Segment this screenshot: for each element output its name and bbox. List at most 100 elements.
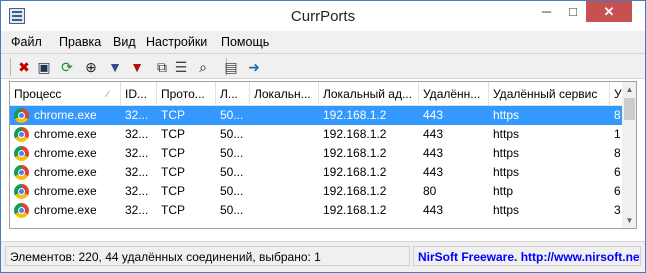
cell-protocol: TCP <box>161 184 185 198</box>
cell-local-port-name <box>250 163 319 182</box>
menu-view[interactable]: Вид <box>113 35 136 49</box>
chrome-icon <box>14 203 29 218</box>
column-header-protocol[interactable]: Прото... <box>157 82 216 106</box>
cell-remote-port: 80 <box>423 184 437 198</box>
cell-pid: 32... <box>125 165 149 179</box>
scroll-up-arrow-icon[interactable]: ▲ <box>622 82 636 97</box>
cell-remote-address: 6 <box>614 165 621 179</box>
cell-pid: 32... <box>125 146 149 160</box>
filter-icon[interactable]: ▼ <box>105 57 125 77</box>
cell-remote-service: https <box>493 165 520 179</box>
find-icon[interactable]: ⌕ <box>193 57 213 77</box>
title-bar[interactable]: CurrPorts ─ □ ✕ <box>1 1 645 31</box>
cell-local-port-name <box>250 125 319 144</box>
toolbar: ✖ ▣ ⟳ ⊕ ▼ ▼ ⧉ ☰ ⌕ ▤ ➜ <box>1 53 645 79</box>
exit-icon[interactable]: ➜ <box>244 57 264 77</box>
cell-local-port-name <box>250 182 319 201</box>
cell-local-port: 50... <box>220 184 244 198</box>
table-row[interactable]: chrome.exe 32... TCP 50... 192.168.1.2 443 htt… <box>10 144 622 163</box>
cell-local-port-name <box>250 144 319 163</box>
cell-remote-service: https <box>493 108 520 122</box>
column-header-remote-service[interactable]: Удалённый сервис <box>489 82 610 106</box>
column-header-remote-port[interactable]: Удалённ... <box>419 82 489 106</box>
cell-local-address: 192.168.1.2 <box>323 108 387 122</box>
column-header-local-port-name[interactable]: Локальн... <box>250 82 319 106</box>
cell-remote-service: https <box>493 127 520 141</box>
column-header-process[interactable]: Процесс ∕ <box>10 82 121 106</box>
chrome-icon <box>14 108 29 123</box>
chrome-icon <box>14 184 29 199</box>
cell-remote-port: 443 <box>423 127 444 141</box>
cell-pid: 32... <box>125 127 149 141</box>
column-header-local-address[interactable]: Локальный ад... <box>319 82 419 106</box>
toolbar-separator <box>10 58 11 76</box>
cell-local-port: 50... <box>220 165 244 179</box>
maximize-button[interactable]: □ <box>560 1 586 22</box>
connections-table[interactable]: Процесс ∕ ID... Прото... Л... Локальн...… <box>9 81 637 229</box>
cell-remote-service: https <box>493 203 520 217</box>
vertical-scrollbar[interactable]: ▲ ▼ <box>622 82 636 228</box>
cell-protocol: TCP <box>161 127 185 141</box>
column-header-local-port[interactable]: Л... <box>216 82 250 106</box>
table-row[interactable]: chrome.exe 32... TCP 50... 192.168.1.2 443 htt… <box>10 201 622 220</box>
cell-remote-address: 6 <box>614 184 621 198</box>
cell-protocol: TCP <box>161 108 185 122</box>
column-header-pid[interactable]: ID... <box>121 82 157 106</box>
scroll-thumb[interactable] <box>624 98 635 120</box>
menu-bar: Файл Правка Вид Настройки Помощь <box>1 31 645 53</box>
menu-settings[interactable]: Настройки <box>146 35 207 49</box>
table-header: Процесс ∕ ID... Прото... Л... Локальн...… <box>10 82 622 106</box>
cell-local-address: 192.168.1.2 <box>323 127 387 141</box>
cell-local-address: 192.168.1.2 <box>323 146 387 160</box>
cell-local-port: 50... <box>220 108 244 122</box>
cell-process: chrome.exe <box>34 203 97 217</box>
cell-remote-address: 8 <box>614 146 621 160</box>
save-icon[interactable]: ▣ <box>34 57 54 77</box>
status-bar: Элементов: 220, 44 удалённых соединений,… <box>1 241 645 272</box>
table-row[interactable]: chrome.exe 32... TCP 50... 192.168.1.2 443 htt… <box>10 163 622 182</box>
cell-protocol: TCP <box>161 165 185 179</box>
cell-pid: 32... <box>125 108 149 122</box>
report-icon[interactable]: ▤ <box>221 57 241 77</box>
menu-edit[interactable]: Правка <box>59 35 101 49</box>
cell-remote-service: https <box>493 146 520 160</box>
sort-ascending-icon: ∕ <box>107 89 109 99</box>
scroll-down-arrow-icon[interactable]: ▼ <box>622 213 636 228</box>
close-button[interactable]: ✕ <box>586 1 632 22</box>
properties-icon[interactable]: ☰ <box>171 57 191 77</box>
chrome-icon <box>14 165 29 180</box>
column-header-remote-address[interactable]: У <box>610 82 622 106</box>
chrome-icon <box>14 146 29 161</box>
copy-icon[interactable]: ⧉ <box>152 57 172 77</box>
cell-protocol: TCP <box>161 146 185 160</box>
cell-remote-port: 443 <box>423 108 444 122</box>
cell-remote-port: 443 <box>423 146 444 160</box>
cell-local-port: 50... <box>220 146 244 160</box>
cell-local-port-name <box>250 106 319 125</box>
menu-help[interactable]: Помощь <box>221 35 269 49</box>
status-summary: Элементов: 220, 44 удалённых соединений,… <box>5 246 410 266</box>
refresh-icon[interactable]: ⟳ <box>57 57 77 77</box>
cell-pid: 32... <box>125 203 149 217</box>
cell-pid: 32... <box>125 184 149 198</box>
table-row[interactable]: chrome.exe 32... TCP 50... 192.168.1.2 443 htt… <box>10 106 622 125</box>
cell-process: chrome.exe <box>34 146 97 160</box>
cell-remote-port: 443 <box>423 203 444 217</box>
table-row[interactable]: chrome.exe 32... TCP 50... 192.168.1.2 80 http… <box>10 182 622 201</box>
cell-process: chrome.exe <box>34 184 97 198</box>
minimize-button[interactable]: ─ <box>533 1 560 22</box>
target-icon[interactable]: ⊕ <box>81 57 101 77</box>
cell-remote-address: 3 <box>614 203 621 217</box>
filter-red-icon[interactable]: ▼ <box>127 57 147 77</box>
table-row[interactable]: chrome.exe 32... TCP 50... 192.168.1.2 443 htt… <box>10 125 622 144</box>
cell-local-address: 192.168.1.2 <box>323 203 387 217</box>
cell-remote-service: http <box>493 184 514 198</box>
close-connections-icon[interactable]: ✖ <box>14 57 34 77</box>
cell-process: chrome.exe <box>34 108 97 122</box>
cell-remote-port: 443 <box>423 165 444 179</box>
menu-file[interactable]: Файл <box>11 35 42 49</box>
cell-remote-address: 1 <box>614 127 621 141</box>
chrome-icon <box>14 127 29 142</box>
cell-process: chrome.exe <box>34 165 97 179</box>
nirsoft-link[interactable]: NirSoft Freeware. http://www.nirsoft.net <box>413 246 641 266</box>
